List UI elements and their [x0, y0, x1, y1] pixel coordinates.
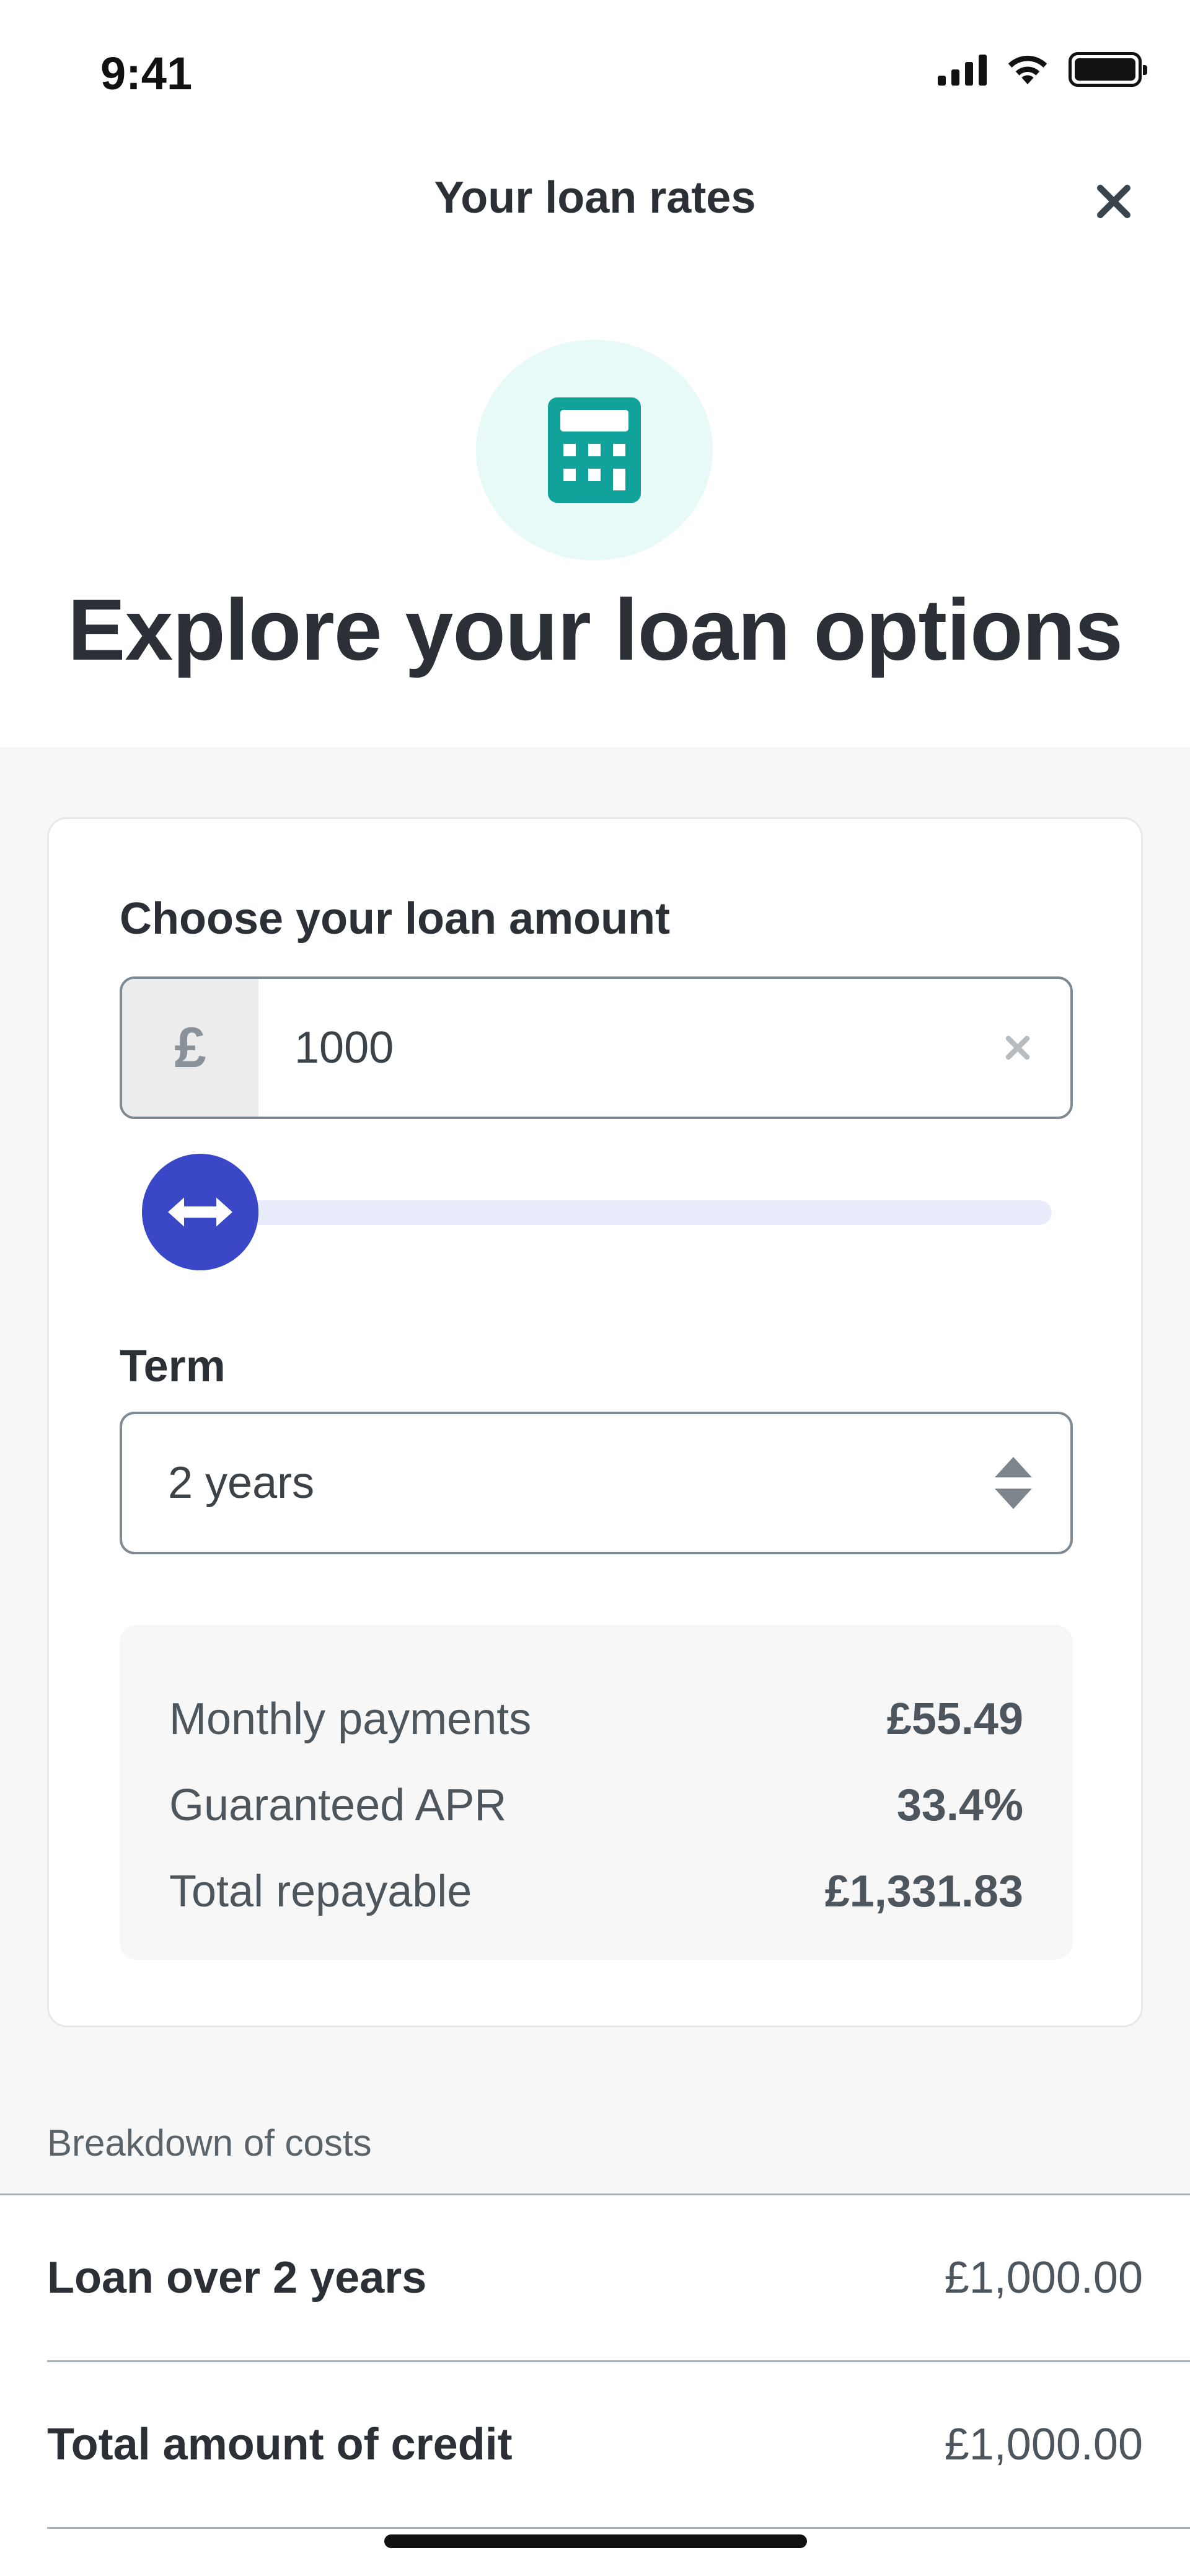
breakdown-label: Loan over 2 years [47, 2253, 427, 2303]
amount-slider-handle[interactable] [142, 1154, 258, 1270]
battery-icon [1069, 52, 1147, 87]
breakdown-row: Loan over 2 years £1,000.00 [47, 2195, 1143, 2360]
close-icon [1097, 185, 1130, 218]
breakdown-row: Total amount of credit £1,000.00 [47, 2362, 1143, 2527]
summary-value: 33.4% [896, 1780, 1023, 1830]
double-arrow-icon [168, 1197, 232, 1227]
summary-row-monthly: Monthly payments £55.49 [169, 1676, 1023, 1762]
term-select-value: 2 years [168, 1458, 315, 1508]
clear-icon [1005, 1035, 1030, 1060]
cellular-signal-icon [938, 53, 987, 86]
status-time: 9:41 [100, 48, 193, 99]
status-icons [938, 52, 1147, 87]
summary-row-apr: Guaranteed APR 33.4% [169, 1762, 1023, 1848]
wifi-icon [1008, 55, 1047, 84]
breakdown-label: Total amount of credit [47, 2420, 513, 2469]
breakdown-title: Breakdown of costs [47, 2122, 372, 2164]
summary-label: Total repayable [169, 1866, 472, 1916]
header-area: 9:41 Your loan rates Explore your loan o [0, 0, 1190, 747]
loan-summary: Monthly payments £55.49 Guaranteed APR 3… [120, 1625, 1073, 1960]
summary-row-total: Total repayable £1,331.83 [169, 1848, 1023, 1934]
close-button[interactable] [1086, 174, 1142, 229]
amount-field: £ [120, 976, 1073, 1119]
summary-label: Monthly payments [169, 1694, 532, 1744]
term-label: Term [120, 1342, 226, 1391]
clear-amount-button[interactable] [965, 979, 1070, 1117]
breakdown-divider [47, 2527, 1190, 2529]
amount-label: Choose your loan amount [120, 894, 671, 944]
breakdown-list: Loan over 2 years £1,000.00 Total amount… [0, 2193, 1190, 2576]
currency-symbol: £ [122, 979, 258, 1117]
loan-calculator-card: Choose your loan amount £ Term 2 years M… [47, 817, 1143, 2027]
breakdown-value: £1,000.00 [944, 2253, 1143, 2303]
term-select[interactable]: 2 years [120, 1412, 1073, 1554]
calculator-icon [548, 397, 641, 503]
summary-label: Guaranteed APR [169, 1780, 507, 1830]
summary-value: £55.49 [886, 1694, 1023, 1744]
hero-icon-circle [476, 340, 713, 560]
breakdown-value: £1,000.00 [944, 2420, 1143, 2469]
home-indicator [384, 2534, 807, 2548]
amount-slider-track[interactable] [235, 1200, 1052, 1225]
page-title: Explore your loan options [68, 581, 1123, 678]
amount-input[interactable] [258, 979, 965, 1117]
nav-title: Your loan rates [434, 173, 756, 223]
summary-value: £1,331.83 [824, 1866, 1023, 1916]
sort-arrows-icon [995, 1457, 1032, 1509]
